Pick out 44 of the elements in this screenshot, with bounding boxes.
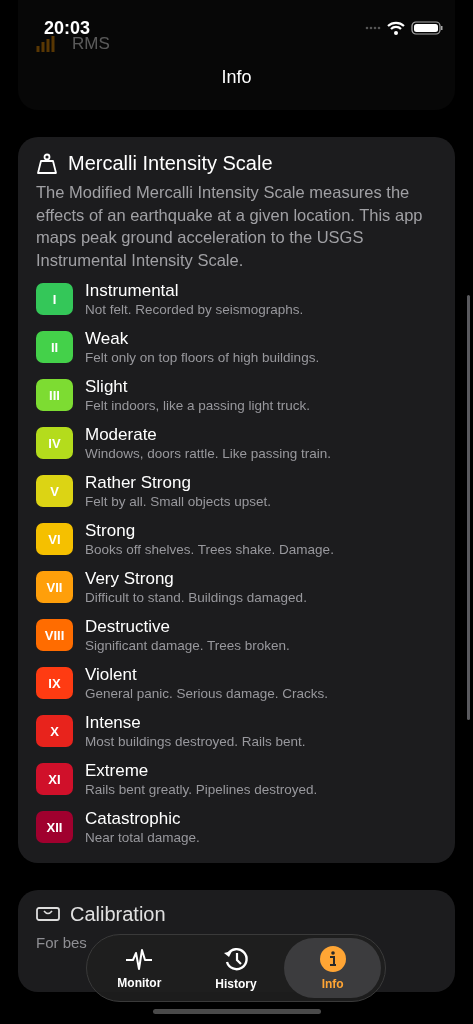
intensity-badge: XII: [36, 811, 73, 843]
level-description: Near total damage.: [85, 828, 200, 846]
level-name: Weak: [85, 328, 130, 349]
nav-title: Info: [220, 67, 253, 88]
level-description: Not felt. Recorded by seismographs.: [85, 300, 304, 318]
level-name: Catastrophic: [85, 808, 182, 829]
level-description: Significant damage. Trees broken.: [85, 636, 290, 654]
intensity-badge: VIII: [36, 619, 73, 651]
level-name: Violent: [85, 664, 138, 685]
card-title: Mercalli Intensity Scale: [68, 152, 273, 175]
level-description: Felt by all. Small objects upset.: [85, 492, 272, 510]
level-name: Moderate: [85, 424, 158, 445]
level-description: Difficult to stand. Buildings damaged.: [85, 588, 307, 606]
level-description: Books off shelves. Trees shake. Damage.: [85, 540, 334, 558]
intensity-badge: X: [36, 715, 73, 747]
level-description: Felt only on top floors of high buildings.: [85, 348, 320, 366]
intensity-badge: V: [36, 475, 73, 507]
level-description: General panic. Serious damage. Cracks.: [85, 684, 329, 702]
intensity-badge: IX: [36, 667, 73, 699]
intensity-badge: VII: [36, 571, 73, 603]
level-description: Most buildings destroyed. Rails bent.: [85, 732, 306, 750]
level-description: Rails bent greatly. Pipelines destroyed.: [85, 780, 318, 798]
intensity-badge: XI: [36, 763, 73, 795]
level-name: Destructive: [85, 616, 172, 637]
tab[interactable]: Monitor: [91, 938, 188, 998]
level-name: Rather Strong: [85, 472, 192, 493]
tab[interactable]: Info: [284, 938, 381, 998]
level-name: Extreme: [85, 760, 150, 781]
tab[interactable]: History: [187, 938, 285, 998]
intensity-badge: IV: [36, 427, 73, 459]
card-description: For bes: [36, 934, 87, 952]
level-description: Windows, doors rattle. Like passing train.: [85, 444, 332, 462]
level-name: Instrumental: [85, 280, 180, 301]
level-description: Felt indoors, like a passing light truck.: [85, 396, 311, 414]
card-description: The Modified Mercalli Intensity Scale measures the effects of an earthquake at a given location. This app maps peak ground acceleration to the USGS Instrumental Intensity Scale.: [36, 182, 424, 271]
intensity-badge: VI: [36, 523, 73, 555]
level-name: Very Strong: [85, 568, 175, 589]
card-title: Calibration: [70, 904, 166, 924]
level-name: Strong: [85, 520, 137, 541]
intensity-badge: III: [36, 379, 73, 411]
intensity-badge: II: [36, 331, 73, 363]
level-name: Intense: [85, 712, 142, 733]
intensity-badge: I: [36, 283, 73, 315]
level-name: Slight: [85, 376, 129, 397]
